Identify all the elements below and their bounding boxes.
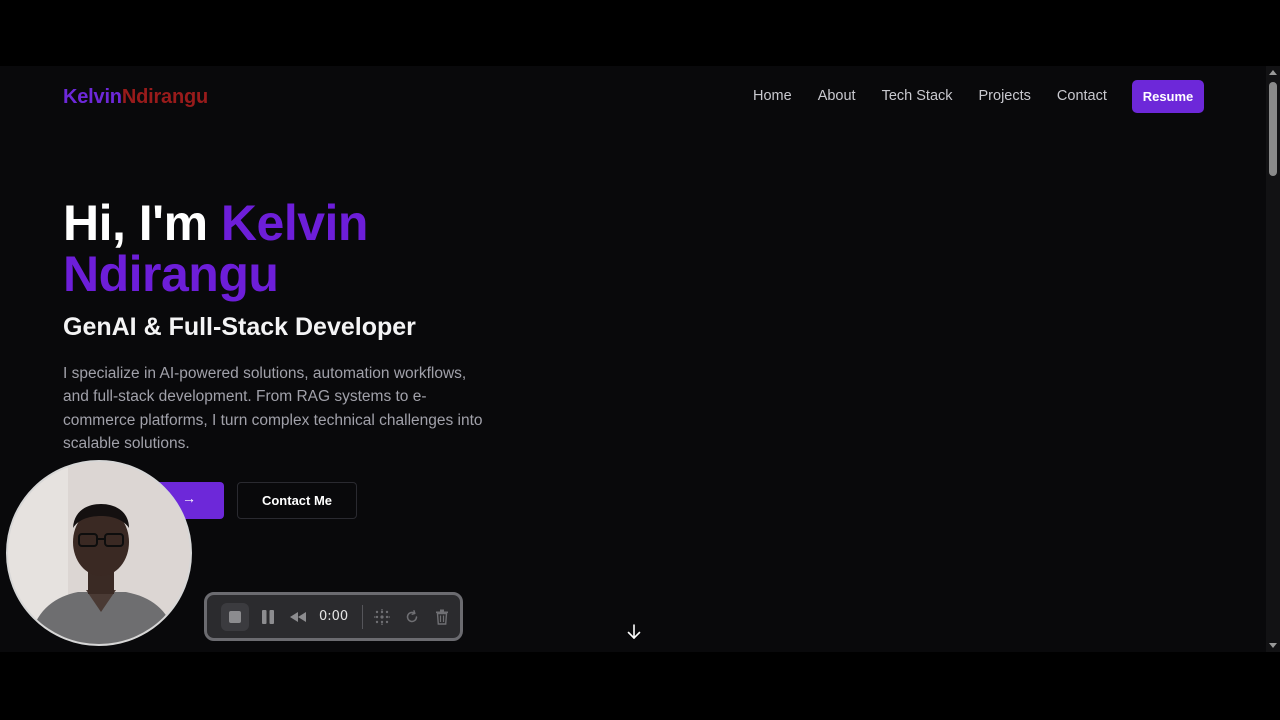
page-scrollbar[interactable] bbox=[1266, 66, 1280, 652]
restart-button[interactable] bbox=[401, 603, 423, 631]
rewind-button[interactable] bbox=[287, 603, 309, 631]
recording-timer: 0:00 bbox=[319, 609, 349, 624]
restart-icon bbox=[406, 609, 418, 622]
webcam-overlay[interactable] bbox=[6, 460, 192, 646]
nav-link-tech-stack[interactable]: Tech Stack bbox=[882, 88, 953, 104]
hero-subtitle: GenAI & Full-Stack Developer bbox=[63, 313, 416, 341]
toolbar-divider bbox=[362, 604, 364, 629]
trash-icon bbox=[436, 609, 449, 625]
nav-link-about[interactable]: About bbox=[818, 88, 856, 104]
nav-link-contact[interactable]: Contact bbox=[1057, 88, 1107, 104]
nav-link-home[interactable]: Home bbox=[753, 88, 792, 104]
browser-viewport: KelvinNdirangu Home About Tech Stack Pro… bbox=[0, 66, 1280, 652]
arrow-down-icon[interactable] bbox=[626, 623, 642, 641]
contact-me-button[interactable]: Contact Me bbox=[237, 482, 357, 519]
pause-icon bbox=[262, 609, 274, 624]
stop-icon bbox=[229, 610, 241, 623]
effects-button[interactable] bbox=[371, 603, 393, 631]
grid-dots-icon bbox=[374, 608, 391, 625]
logo-last-name: Ndirangu bbox=[121, 86, 209, 108]
rewind-icon bbox=[290, 611, 306, 622]
screen-recorder-toolbar: 0:00 bbox=[204, 592, 463, 641]
hero-name-first: Kelvin bbox=[220, 195, 369, 251]
webcam-person-image bbox=[8, 462, 190, 644]
stop-button[interactable] bbox=[221, 602, 249, 631]
resume-button[interactable]: Resume bbox=[1132, 80, 1204, 113]
scroll-down-icon[interactable] bbox=[1269, 643, 1277, 648]
scroll-up-icon[interactable] bbox=[1269, 70, 1277, 75]
arrow-right-icon: → bbox=[182, 490, 196, 506]
nav-links: Home About Tech Stack Projects Contact bbox=[753, 88, 1133, 104]
hero-name-last: Ndirangu bbox=[63, 246, 279, 302]
hero-title: Hi, I'm Kelvin Ndirangu bbox=[63, 198, 368, 300]
site-logo[interactable]: KelvinNdirangu bbox=[63, 86, 208, 109]
scrollbar-thumb[interactable] bbox=[1269, 82, 1277, 176]
top-navigation: KelvinNdirangu Home About Tech Stack Pro… bbox=[0, 66, 1266, 126]
logo-first-name: Kelvin bbox=[63, 86, 122, 108]
nav-link-projects[interactable]: Projects bbox=[979, 88, 1031, 104]
delete-button[interactable] bbox=[431, 603, 453, 631]
hero-greeting: Hi, I'm bbox=[63, 195, 221, 251]
pause-button[interactable] bbox=[257, 603, 279, 631]
hero-description: I specialize in AI-powered solutions, au… bbox=[63, 365, 483, 452]
